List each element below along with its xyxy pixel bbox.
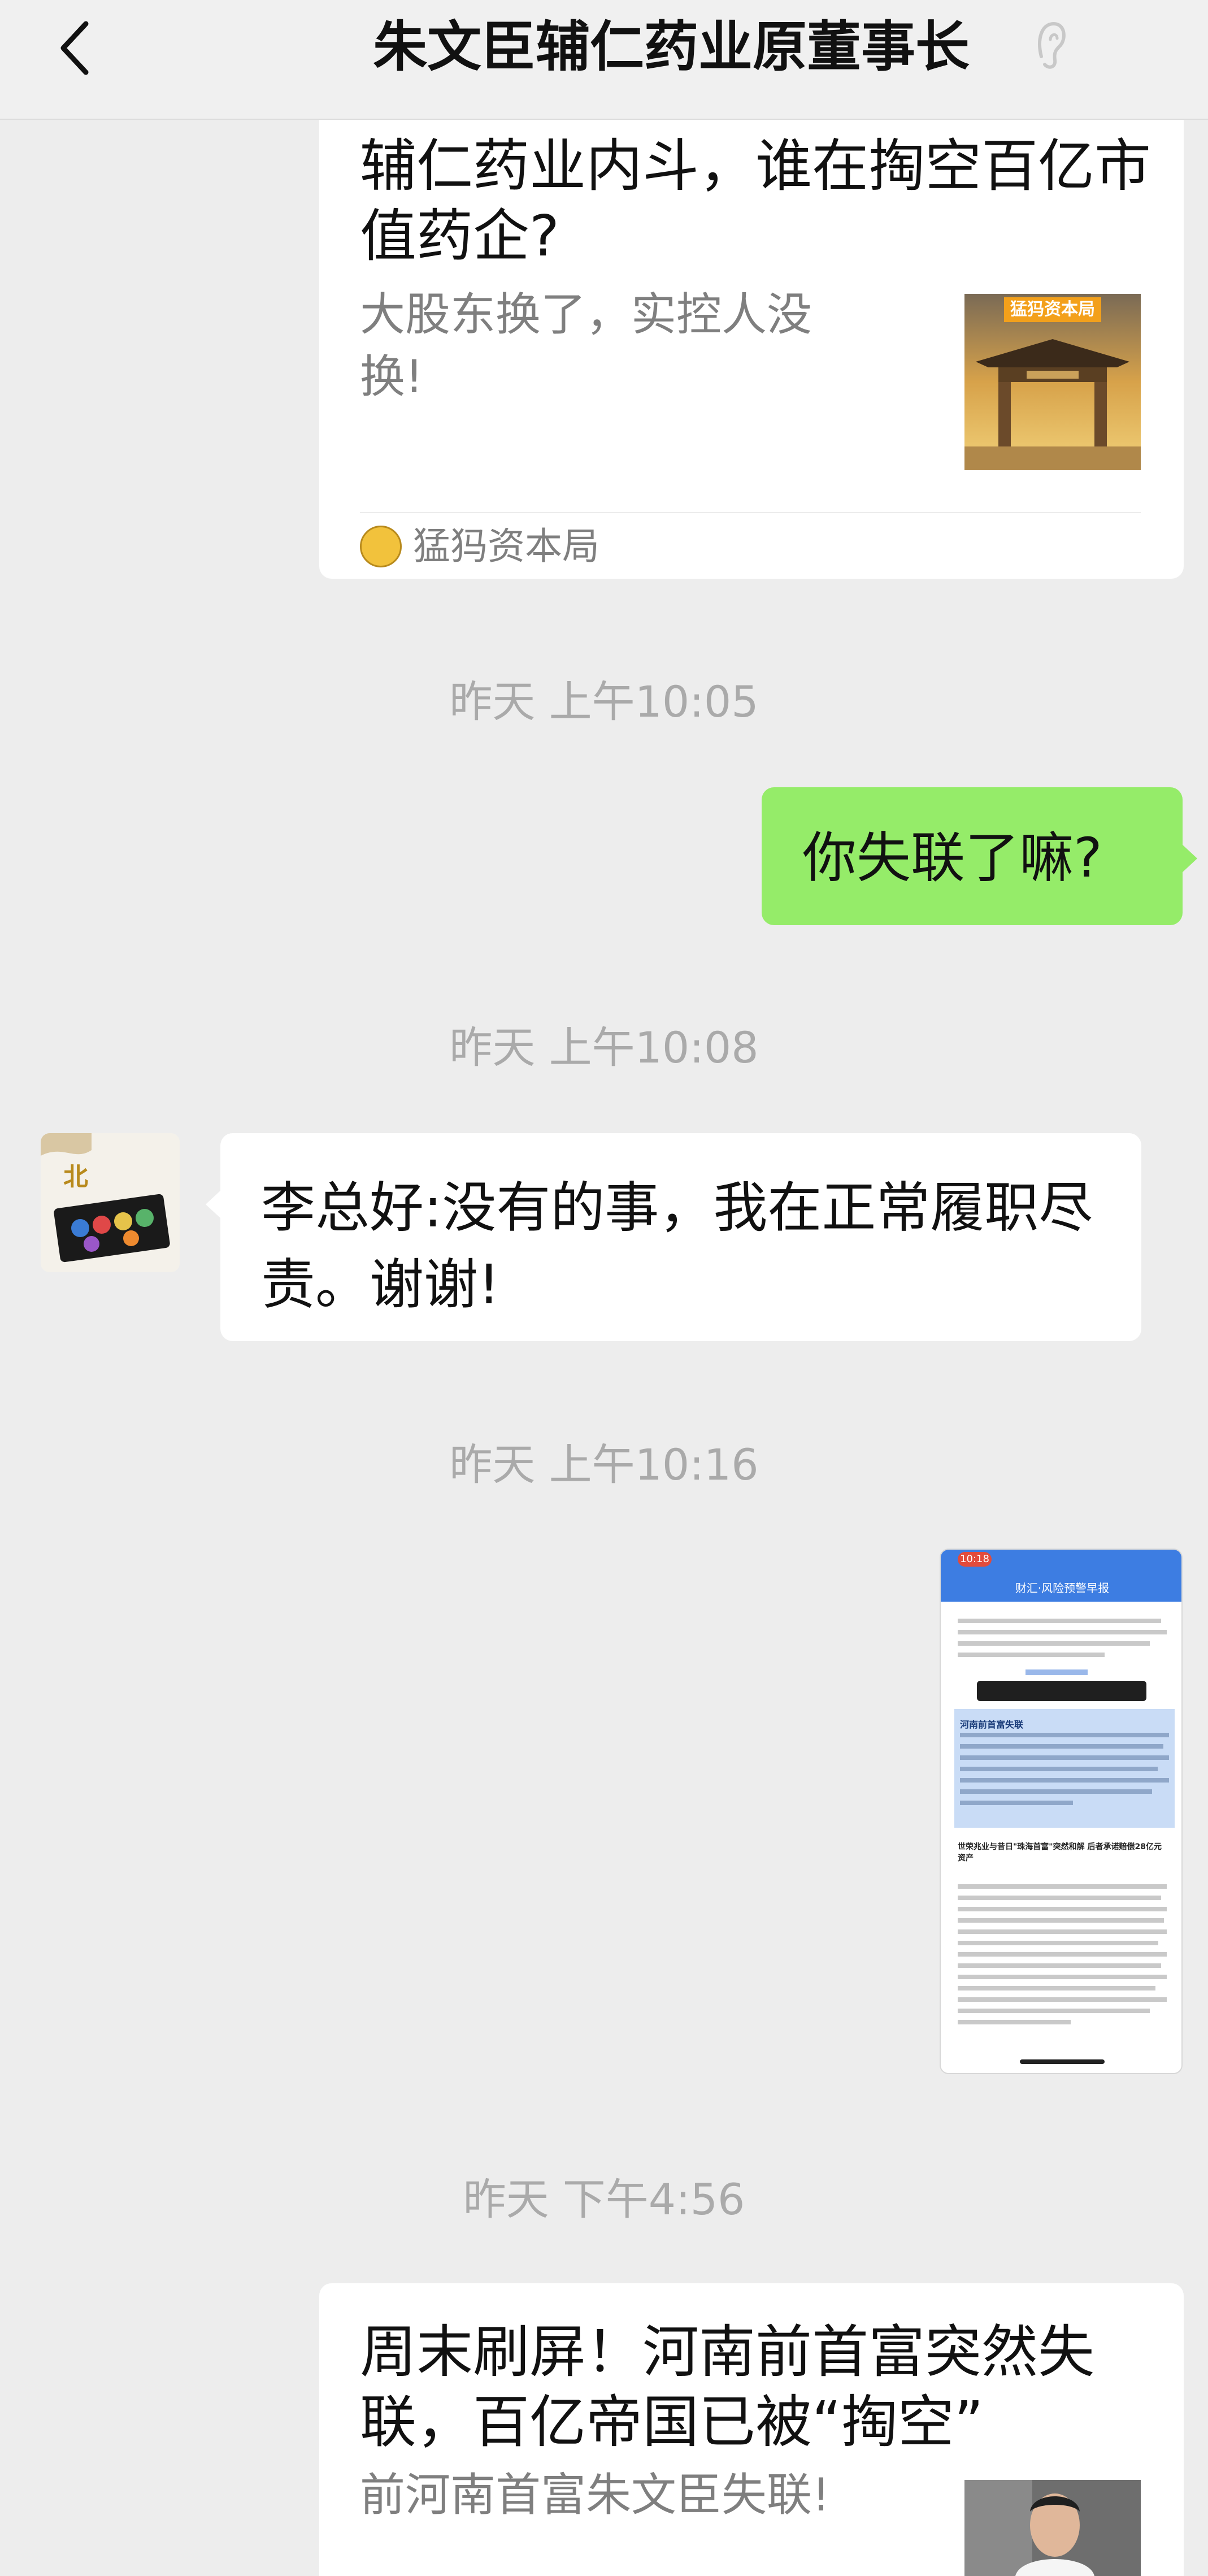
timestamp: 昨天 上午10:05 — [449, 676, 759, 727]
sent-message-text: 你失联了嘛? — [802, 826, 1102, 890]
timestamp: 昨天 上午10:16 — [449, 1439, 759, 1490]
article-title: 辅仁药业内斗，谁在掏空百亿市值药企? — [360, 133, 1151, 269]
source-logo-icon — [360, 526, 402, 567]
article-card[interactable]: 周末刷屏！河南前首富突然失联，百亿帝国已被“掏空” 前河南首富朱文臣失联! — [319, 2283, 1184, 2576]
timestamp: 昨天 上午10:08 — [449, 1022, 759, 1073]
avatar[interactable]: 北 — [41, 1133, 180, 1272]
article-card[interactable]: 辅仁药业内斗，谁在掏空百亿市值药企? 大股东换了，实控人没换! 猛犸资本局 猛犸… — [319, 120, 1184, 579]
chat-title: 朱文臣辅仁药业原董事长 — [373, 15, 970, 79]
timestamp: 昨天 下午4:56 — [463, 2174, 745, 2224]
avatar-image: 北 — [41, 1133, 180, 1272]
source-name: 猛犸资本局 — [413, 524, 599, 568]
received-message[interactable]: 李总好:没有的事，我在正常履职尽责。谢谢! — [206, 1133, 1141, 1341]
portrait-photo-image — [964, 2480, 1141, 2576]
screenshot-nav-title: 财汇·风险预警早报 — [1015, 1581, 1110, 1595]
article-thumbnail — [964, 2480, 1141, 2576]
screenshot-subheading: 世荣兆业与昔日"珠海首富"突然和解 后者承诺赔偿28亿元资产 — [958, 1842, 1162, 1863]
article-thumbnail: 猛犸资本局 — [964, 294, 1141, 470]
ear-icon[interactable] — [1031, 17, 1071, 73]
received-message-text: 李总好:没有的事，我在正常履职尽责。谢谢! — [261, 1176, 1093, 1316]
sent-message[interactable]: 你失联了嘛? — [762, 787, 1197, 925]
screenshot-app-bar: 10:18 财汇·风险预警早报 — [941, 1550, 1181, 1602]
screenshot-status-time: 10:18 — [958, 1552, 992, 1567]
article-description: 大股东换了，实控人没换! — [360, 288, 812, 403]
screenshot-text-lines — [954, 1619, 1175, 2064]
card-divider — [360, 512, 1141, 513]
article-description: 前河南首富朱文臣失联! — [360, 2469, 831, 2521]
chevron-left-icon[interactable] — [51, 17, 102, 79]
bubble-tail — [206, 1190, 221, 1219]
svg-text:北: 北 — [63, 1163, 88, 1191]
screenshot-heading: 河南前首富失联 — [960, 1719, 1024, 1730]
thumbnail-badge: 猛犸资本局 — [1004, 297, 1101, 322]
article-title: 周末刷屏！河南前首富突然失联，百亿帝国已被“掏空” — [360, 2319, 1094, 2455]
bubble-tail — [1181, 844, 1197, 873]
screenshot-image-message[interactable]: 10:18 财汇·风险预警早报 河南前首富失联 世荣兆业与昔日"珠海首富"突然和… — [940, 1549, 1183, 2074]
chat-header: 朱文臣辅仁药业原董事长 — [0, 0, 1208, 120]
